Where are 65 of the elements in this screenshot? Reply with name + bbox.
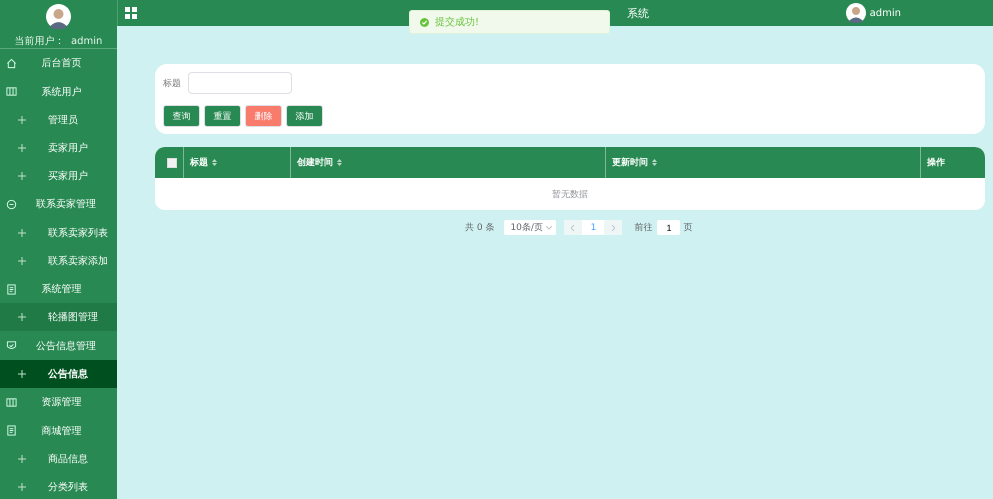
columns-icon bbox=[6, 396, 17, 408]
plus-icon bbox=[18, 228, 26, 237]
action-button[interactable]: 添加 bbox=[286, 105, 323, 127]
plus-icon bbox=[18, 370, 26, 378]
column-header[interactable]: 创建时间 bbox=[297, 156, 333, 169]
sort-icon bbox=[212, 159, 217, 166]
total-count: 共 0 条 bbox=[465, 222, 494, 234]
submenu-item[interactable]: 买家用户 bbox=[0, 162, 117, 190]
goto-page-input[interactable]: 1 bbox=[657, 220, 680, 235]
avatar bbox=[45, 4, 72, 29]
plus-icon bbox=[18, 455, 26, 464]
grid-menu-icon[interactable] bbox=[125, 7, 137, 19]
plus-icon bbox=[18, 172, 26, 180]
submenu-item[interactable]: 公告信息 bbox=[0, 360, 117, 388]
field-label: 标题 bbox=[163, 78, 181, 90]
submenu-item[interactable]: 商品信息 bbox=[0, 445, 117, 474]
menu-item[interactable]: 公告信息管理 bbox=[0, 331, 117, 360]
page-size-select[interactable]: 10条/页 bbox=[504, 220, 556, 235]
menu-item[interactable]: 系统管理 bbox=[0, 274, 117, 304]
action-button[interactable]: 查询 bbox=[163, 105, 200, 127]
goto-label: 前往 bbox=[634, 222, 652, 234]
menu-item[interactable]: 资源管理 bbox=[0, 388, 117, 417]
menu-item[interactable]: 商城管理 bbox=[0, 416, 117, 446]
action-button[interactable]: 删除 bbox=[245, 105, 282, 127]
columns-icon bbox=[6, 86, 17, 98]
document-icon bbox=[6, 425, 17, 436]
toast-message: 提交成功! bbox=[435, 16, 480, 29]
prev-page-button[interactable] bbox=[564, 220, 582, 235]
sort-icon bbox=[337, 159, 342, 166]
chevron-right-icon bbox=[611, 224, 616, 230]
current-user-label: 当前用户： admin bbox=[14, 34, 102, 48]
menu-item[interactable]: 系统用户 bbox=[0, 78, 117, 106]
sort-icon bbox=[652, 159, 657, 166]
plus-icon bbox=[18, 256, 26, 265]
submenu-item[interactable]: 管理员 bbox=[0, 106, 117, 134]
next-page-button[interactable] bbox=[604, 220, 622, 235]
plus-icon bbox=[18, 144, 26, 152]
submenu-item[interactable]: 联系卖家列表 bbox=[0, 218, 117, 247]
title-input[interactable] bbox=[188, 72, 292, 94]
plus-icon bbox=[18, 313, 26, 322]
action-button[interactable]: 重置 bbox=[204, 105, 241, 127]
avatar bbox=[846, 3, 866, 23]
column-header: 操作 bbox=[927, 156, 945, 169]
home-icon bbox=[6, 58, 17, 69]
select-all-checkbox[interactable] bbox=[167, 158, 177, 168]
document-icon bbox=[6, 284, 17, 295]
column-header[interactable]: 标题 bbox=[190, 156, 208, 169]
page-suffix: 页 bbox=[683, 222, 692, 234]
empty-message: 暂无数据 bbox=[552, 188, 588, 200]
plus-icon bbox=[18, 116, 26, 124]
submenu-item[interactable]: 分类列表 bbox=[0, 473, 117, 499]
submenu-item[interactable]: 卖家用户 bbox=[0, 134, 117, 162]
chevron-down-icon bbox=[546, 226, 552, 230]
column-header[interactable]: 更新时间 bbox=[612, 156, 648, 169]
shield-icon bbox=[6, 340, 17, 352]
chevron-left-icon bbox=[571, 224, 576, 230]
username: admin bbox=[870, 8, 901, 18]
menu-item[interactable]: 后台首页 bbox=[0, 49, 117, 78]
check-circle-icon bbox=[420, 18, 429, 26]
submenu-item[interactable]: 联系卖家添加 bbox=[0, 246, 117, 275]
plus-icon bbox=[18, 483, 26, 492]
app-title: 系统 bbox=[627, 6, 649, 20]
menu-item[interactable]: 联系卖家管理 bbox=[0, 190, 117, 219]
submenu-item[interactable]: 轮播图管理 bbox=[0, 303, 117, 332]
page-number[interactable]: 1 bbox=[582, 220, 604, 235]
